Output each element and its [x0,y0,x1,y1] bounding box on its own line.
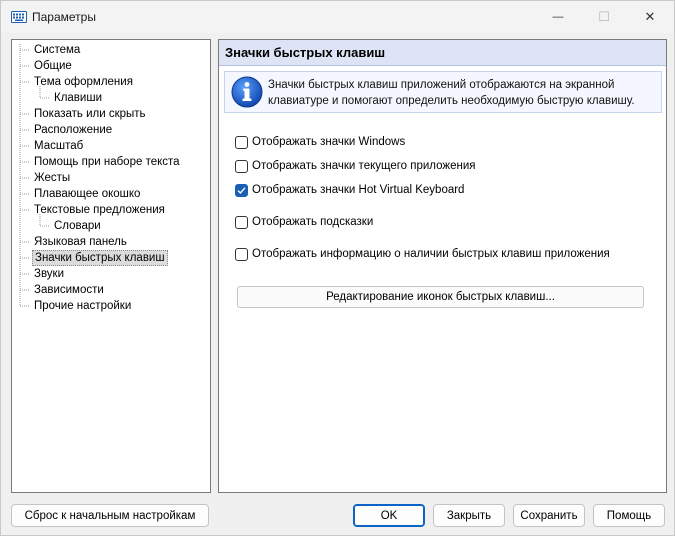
save-button[interactable]: Сохранить [513,504,585,527]
close-icon: ✕ [644,9,656,24]
help-button[interactable]: Помощь [593,504,665,527]
checkmark-icon [237,186,246,194]
checkbox[interactable] [235,215,248,229]
maximize-button[interactable]: ☐ [581,1,627,33]
close-button[interactable]: Закрыть [433,504,505,527]
checkbox-checked[interactable] [235,183,248,197]
tree-item[interactable]: Зависимости [32,282,106,298]
content-panel: Значки быстрых клавиш Значки быстрых кла… [218,39,667,493]
tree-item[interactable]: Прочие настройки [32,298,133,314]
info-text-line-2: клавиатуре и помогают определить необход… [268,95,635,107]
tree-item[interactable]: Текстовые предложения [32,202,167,218]
tree-item[interactable]: Жесты [32,170,72,186]
tree-item[interactable]: Расположение [32,122,114,138]
checkbox[interactable] [235,247,248,261]
checkbox-label: Отображать значки Hot Virtual Keyboard [252,184,465,196]
minimize-button[interactable]: — [535,1,581,33]
tree-item[interactable]: Система [32,42,82,58]
edit-shortcut-icons-button[interactable]: Редактирование иконок быстрых клавиш... [237,286,644,308]
ok-button[interactable]: OK [353,504,425,527]
maximize-icon: ☐ [598,9,610,24]
minimize-icon: — [552,11,564,23]
tree-item[interactable]: Языковая панель [32,234,129,250]
checkbox-label: Отображать значки текущего приложения [252,160,476,172]
checkbox-row-tooltips[interactable]: Отображать подсказки [235,214,373,230]
checkbox-label: Отображать подсказки [252,216,374,228]
tree-item[interactable]: Масштаб [32,138,85,154]
close-window-button[interactable]: ✕ [627,1,673,33]
tree-item[interactable]: Показать или скрыть [32,106,148,122]
checkbox-row-shortcut-info[interactable]: Отображать информацию о наличии быстрых … [235,246,610,262]
info-icon [231,76,263,108]
checkbox-row-windows[interactable]: Отображать значки Windows [235,134,405,150]
info-text-line-1: Значки быстрых клавиш приложений отображ… [268,79,615,91]
content-header: Значки быстрых клавиш [219,40,666,66]
checkbox-row-current-app[interactable]: Отображать значки текущего приложения [235,158,476,174]
tree-item[interactable]: Значки быстрых клавиш [32,250,168,266]
tree-item[interactable]: Помощь при наборе текста [32,154,182,170]
tree-subitem[interactable]: Словари [52,218,103,234]
settings-tree[interactable]: Система Общие Тема оформления Клавиши Показа… [11,39,211,493]
checkbox-row-hot-virtual-keyboard[interactable]: Отображать значки Hot Virtual Keyboard [235,182,464,198]
checkbox[interactable] [235,159,248,173]
settings-window: Параметры — ☐ ✕ Система Общие Тема оформле… [0,0,675,536]
info-text: Значки быстрых клавиш приложений отображ… [268,77,658,109]
checkbox-label: Отображать информацию о наличии быстрых … [252,248,610,260]
tree-item[interactable]: Плавающее окошко [32,186,142,202]
info-box: Значки быстрых клавиш приложений отображ… [224,71,662,113]
keyboard-icon [11,11,27,23]
page-title: Значки быстрых клавиш [225,45,386,60]
title-bar[interactable]: Параметры — ☐ ✕ [1,1,674,33]
tree-subitem[interactable]: Клавиши [52,90,104,106]
checkbox[interactable] [235,135,248,149]
reset-defaults-button[interactable]: Сброс к начальным настройкам [11,504,209,527]
tree-item[interactable]: Общие [32,58,74,74]
window-title: Параметры [32,10,96,24]
tree-item[interactable]: Тема оформления [32,74,135,90]
checkbox-label: Отображать значки Windows [252,136,406,148]
tree-item[interactable]: Звуки [32,266,66,282]
